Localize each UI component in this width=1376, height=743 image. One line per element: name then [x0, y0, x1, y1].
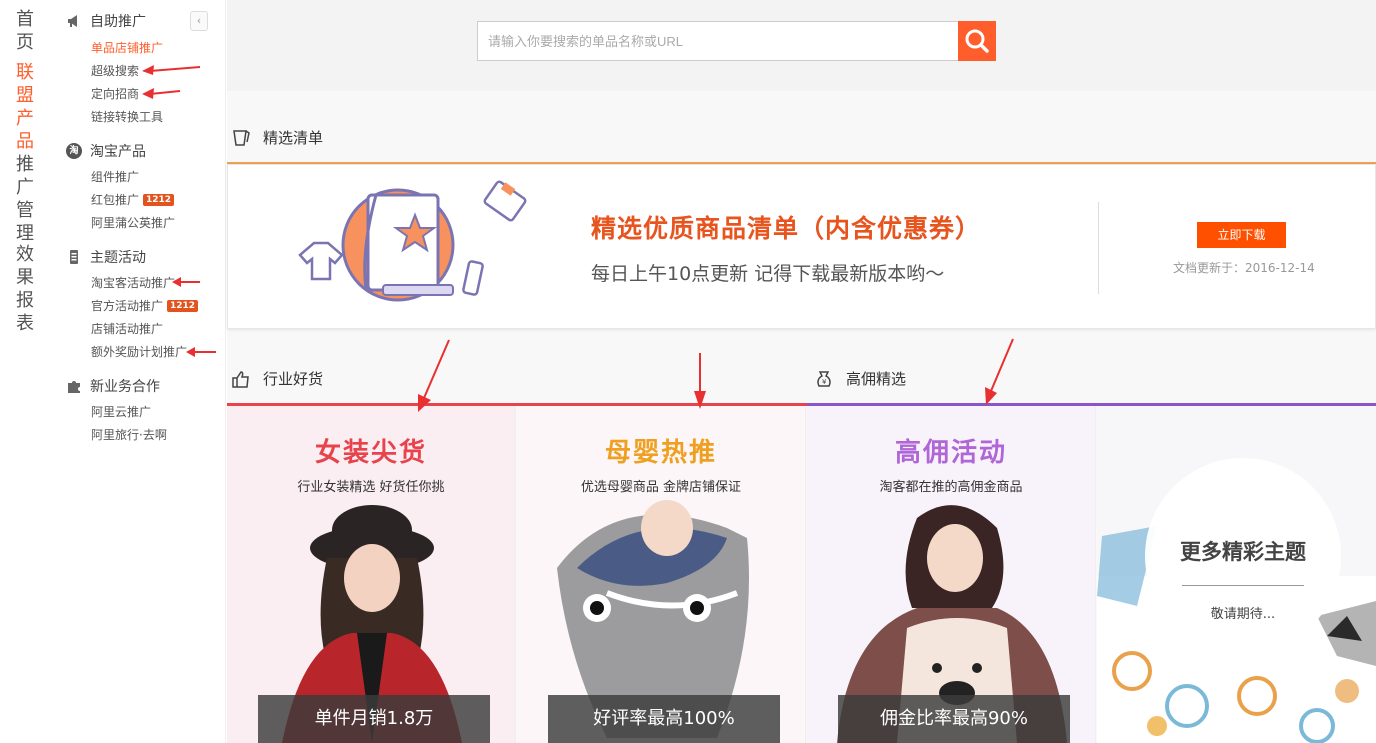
sidebar-item-dandelion[interactable]: 阿里蒲公英推广 — [91, 214, 175, 231]
search-input[interactable] — [477, 21, 958, 61]
annotation-arrow — [985, 338, 1014, 405]
search-band — [227, 0, 1376, 91]
featured-list-banner[interactable]: 精选优质商品清单（内含优惠券） 每日上午10点更新 记得下载最新版本哟～ 立即下… — [227, 164, 1376, 329]
sidebar: ‹ 自助推广 单品店铺推广 超级搜索 定向招商 链接转换工具 淘 淘宝产品 组件… — [52, 0, 226, 743]
section-title: 精选清单 — [263, 129, 324, 147]
more-themes-circle: 更多精彩主题 敬请期待... — [1145, 458, 1341, 654]
promo-badge: 1212 — [143, 193, 175, 206]
megaphone-icon — [66, 13, 82, 29]
chevron-left-icon[interactable]: ‹ — [190, 11, 208, 31]
sidebar-item-official-events[interactable]: 官方活动推广 1212 — [91, 297, 199, 314]
sidebar-group-self-promotion[interactable]: 自助推广 — [66, 11, 146, 31]
sidebar-item-extra-rewards[interactable]: 额外奖励计划推广 — [91, 343, 187, 360]
main-content: 精选清单 精选优质商品清单（内含优惠券） 每日上午10点更新 记得下载最新版本哟… — [227, 91, 1376, 743]
card-footer-stat: 好评率最高100% — [548, 695, 780, 743]
banner-title: 精选优质商品清单（内含优惠券） — [591, 214, 982, 243]
sidebar-group-taobao-products[interactable]: 淘 淘宝产品 — [66, 141, 146, 161]
section-title: 高佣精选 — [846, 370, 907, 388]
download-button[interactable]: 立即下载 — [1197, 222, 1286, 248]
sidebar-item-shop-events[interactable]: 店铺活动推广 — [91, 320, 163, 337]
sidebar-item-widget-promo[interactable]: 组件推广 — [91, 168, 139, 185]
section-featured: 精选清单 — [231, 127, 323, 148]
more-themes-subtitle: 敬请期待... — [1210, 607, 1276, 622]
card-title: 高佣活动 — [894, 438, 1007, 468]
annotation-arrow — [694, 353, 706, 409]
promo-badge: 1212 — [167, 299, 199, 312]
section-industry: 行业好货 — [231, 368, 323, 389]
card-footer-stat: 佣金比率最高90% — [838, 695, 1070, 743]
update-date-text: 文档更新于：2016-12-14 — [1173, 261, 1315, 275]
sidebar-group-title: 主题活动 — [90, 250, 146, 266]
list-icon — [66, 249, 82, 265]
nav-alliance-products[interactable]: 联盟产品 — [16, 61, 38, 153]
more-themes-title: 更多精彩主题 — [1180, 540, 1306, 564]
nav-effect-reports[interactable]: 效果报表 — [16, 243, 38, 335]
sidebar-item-label: 红包推广 — [91, 193, 140, 207]
card-subtitle: 淘客都在推的高佣金商品 — [879, 480, 1023, 495]
sidebar-item-alitrip[interactable]: 阿里旅行·去啊 — [91, 426, 167, 443]
document-illustration — [298, 180, 527, 302]
svg-text:¥: ¥ — [822, 378, 827, 386]
sidebar-group-themed-events[interactable]: 主题活动 — [66, 247, 146, 267]
nav-promotion-management[interactable]: 推广管理 — [16, 153, 38, 245]
sidebar-item-aliyun[interactable]: 阿里云推广 — [91, 403, 151, 420]
taobao-icon: 淘 — [66, 143, 82, 159]
divider — [1098, 202, 1099, 294]
thumbs-up-icon — [232, 370, 249, 388]
sidebar-group-title: 新业务合作 — [90, 379, 160, 395]
sidebar-item-targeted-recruit[interactable]: 定向招商 — [91, 85, 139, 102]
card-mother-baby[interactable]: 母婴热推 优选母婴商品 金牌店铺保证 好评率最高100% — [517, 406, 806, 743]
sidebar-group-new-business[interactable]: 新业务合作 — [66, 376, 160, 396]
divider — [1182, 585, 1304, 586]
sidebar-item-link-converter[interactable]: 链接转换工具 — [91, 108, 163, 125]
card-womens-fashion[interactable]: 女装尖货 行业女装精选 好货任你挑 单件月销1.8万 — [227, 406, 516, 743]
sidebar-item-taoke-events[interactable]: 淘宝客活动推广 — [91, 274, 175, 291]
money-bag-icon: ¥ — [817, 370, 831, 387]
sidebar-item-super-search[interactable]: 超级搜索 — [91, 62, 139, 79]
card-high-commission[interactable]: 高佣活动 淘客都在推的高佣金商品 佣金比率最高90% — [807, 406, 1096, 743]
sidebar-group-title: 自助推广 — [90, 14, 146, 30]
scroll-icon — [233, 129, 250, 146]
card-more-themes[interactable]: 更多精彩主题 敬请期待... — [1097, 406, 1376, 743]
search-icon — [965, 29, 989, 53]
card-title: 女装尖货 — [314, 438, 427, 468]
sidebar-item-label: 官方活动推广 — [91, 299, 164, 313]
card-subtitle: 优选母婴商品 金牌店铺保证 — [580, 480, 742, 495]
card-title: 母婴热推 — [604, 438, 717, 468]
banner-subtitle: 每日上午10点更新 记得下载最新版本哟～ — [591, 263, 945, 285]
card-subtitle: 行业女装精选 好货任你挑 — [297, 480, 445, 495]
card-footer-stat: 单件月销1.8万 — [258, 695, 490, 743]
nav-home[interactable]: 首页 — [16, 8, 38, 54]
search-button[interactable] — [958, 21, 996, 61]
sidebar-item-single-shop[interactable]: 单品店铺推广 — [91, 39, 163, 56]
section-commission: ¥ 高佣精选 — [814, 368, 906, 389]
sidebar-item-red-packet[interactable]: 红包推广 1212 — [91, 191, 175, 208]
puzzle-icon — [66, 378, 82, 394]
sidebar-group-title: 淘宝产品 — [90, 144, 146, 160]
section-title: 行业好货 — [263, 370, 324, 388]
primary-vertical-nav: 首页 联盟产品 推广管理 效果报表 — [0, 0, 52, 743]
